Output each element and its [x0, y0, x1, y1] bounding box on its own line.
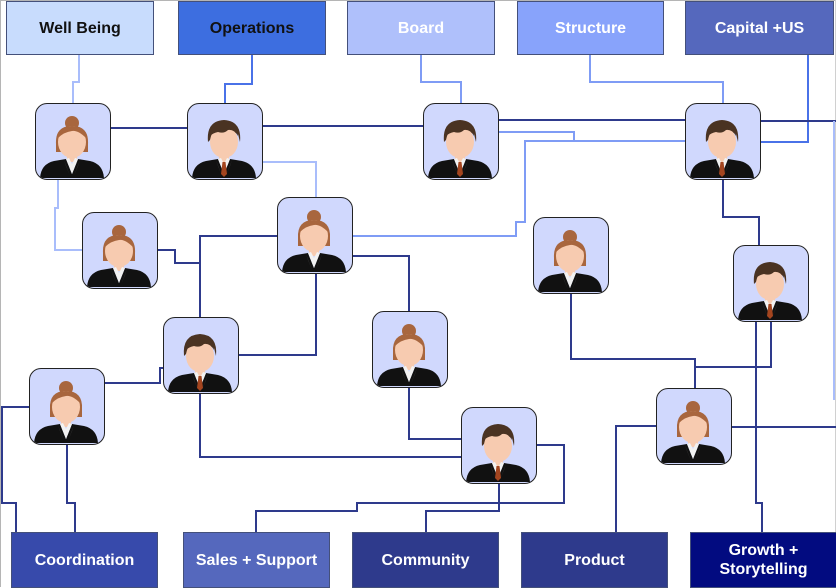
male-avatar-icon	[738, 262, 802, 320]
connector-line	[263, 161, 317, 197]
connector-line	[54, 180, 82, 251]
person-card-female[interactable]	[533, 217, 609, 294]
connector-line	[570, 294, 696, 388]
connector-line	[66, 445, 76, 532]
team-box-coordination[interactable]: Coordination	[11, 532, 158, 588]
connector-line	[72, 55, 80, 103]
person-card-female[interactable]	[277, 197, 353, 274]
team-label: Community	[381, 551, 470, 569]
team-label: Structure	[554, 19, 627, 37]
male-avatar-icon	[690, 120, 754, 178]
connector-lines	[1, 55, 836, 532]
female-avatar-icon	[282, 210, 346, 272]
team-label: Operations	[209, 19, 295, 37]
connector-line	[353, 255, 410, 311]
team-box-board[interactable]: Board	[347, 1, 495, 55]
team-box-structure[interactable]: Structure	[517, 1, 664, 55]
connector-line	[420, 55, 462, 103]
org-diagram-canvas: Well Being Operations Board Structure Ca…	[0, 0, 836, 588]
connector-line	[589, 55, 724, 103]
male-avatar-icon	[428, 120, 492, 178]
team-box-sales-support[interactable]: Sales + Support	[183, 532, 330, 588]
female-avatar-icon	[40, 116, 104, 178]
female-avatar-icon	[377, 324, 441, 386]
person-card-male[interactable]	[163, 317, 239, 394]
connector-line	[199, 394, 461, 458]
team-label: Sales + Support	[195, 551, 318, 569]
female-avatar-icon	[87, 225, 151, 287]
person-card-male[interactable]	[187, 103, 263, 180]
connector-line	[499, 131, 685, 142]
person-card-female[interactable]	[29, 368, 105, 445]
person-card-female[interactable]	[82, 212, 158, 289]
team-label: Capital +US	[714, 19, 805, 37]
female-avatar-icon	[34, 381, 98, 443]
team-box-well-being[interactable]: Well Being	[6, 1, 154, 55]
connector-line	[695, 322, 772, 368]
female-avatar-icon	[538, 230, 602, 292]
team-box-community[interactable]: Community	[352, 532, 499, 588]
male-avatar-icon	[466, 424, 530, 482]
team-label: Product	[564, 551, 625, 569]
person-card-male[interactable]	[461, 407, 537, 484]
connector-line	[615, 425, 656, 532]
person-card-female[interactable]	[372, 311, 448, 388]
connector-line	[105, 367, 163, 384]
person-card-female[interactable]	[35, 103, 111, 180]
team-label: Coordination	[34, 551, 135, 569]
connector-line	[722, 180, 760, 245]
person-card-female[interactable]	[656, 388, 732, 465]
male-avatar-icon	[192, 120, 256, 178]
connector-line	[239, 274, 317, 356]
team-label: Growth + Storytelling	[719, 542, 808, 578]
team-box-growth-storytelling[interactable]: Growth + Storytelling	[690, 532, 836, 588]
connector-line	[199, 235, 277, 317]
team-box-capital-us[interactable]: Capital +US	[685, 1, 834, 55]
team-box-operations[interactable]: Operations	[178, 1, 326, 55]
connector-line	[224, 55, 253, 103]
connector-line	[158, 249, 200, 264]
connector-line	[408, 388, 461, 440]
female-avatar-icon	[661, 401, 725, 463]
connector-line	[1, 406, 29, 532]
person-card-male[interactable]	[733, 245, 809, 322]
team-box-product[interactable]: Product	[521, 532, 668, 588]
team-label: Board	[397, 19, 445, 37]
person-card-male[interactable]	[423, 103, 499, 180]
male-avatar-icon	[168, 334, 232, 392]
person-card-male[interactable]	[685, 103, 761, 180]
team-label: Well Being	[39, 19, 121, 37]
connector-line	[761, 55, 809, 143]
connector-line	[425, 484, 500, 532]
